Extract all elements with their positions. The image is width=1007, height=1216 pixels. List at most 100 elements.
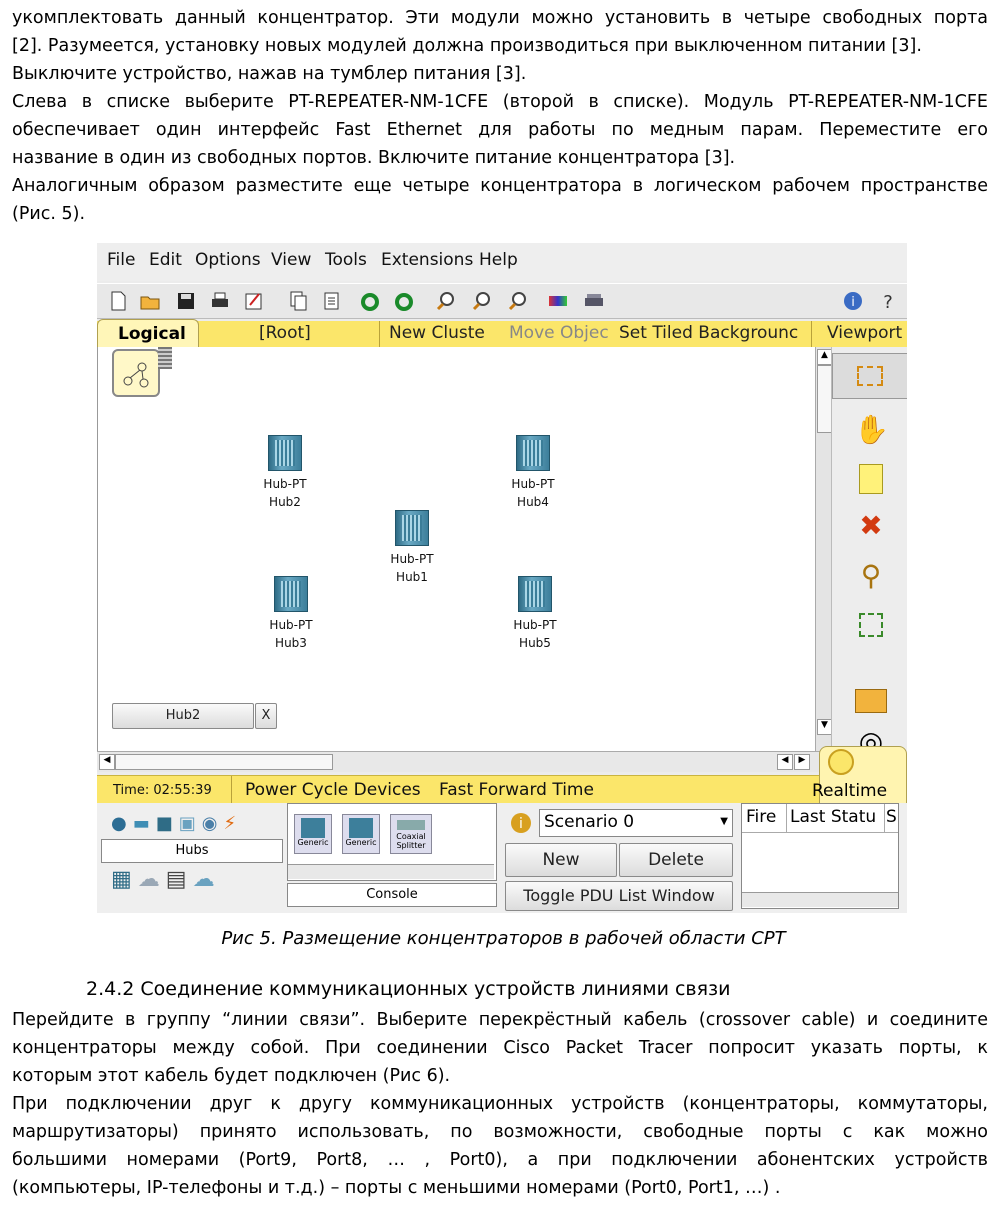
device-hub1[interactable]: Hub-PT Hub1	[367, 510, 457, 586]
horizontal-scrollbar[interactable]: ◀ ◀ ▶	[97, 751, 831, 772]
hub-icon	[268, 435, 302, 471]
save-icon[interactable]	[175, 290, 197, 312]
bottom-panel: ●▬■▣◉⚡ Hubs ▦☁▤☁ Generic Generic Coaxial…	[97, 803, 907, 913]
pdu-list-scrollbar[interactable]	[742, 892, 898, 907]
device-category-icons[interactable]: ●▬■▣◉⚡	[111, 813, 281, 837]
help-icon[interactable]: ?	[877, 290, 899, 312]
scenario-value: Scenario 0	[544, 812, 635, 832]
tab-logical[interactable]: Logical	[97, 319, 199, 350]
realtime-label: Realtime	[812, 781, 888, 801]
menu-edit[interactable]: Edit	[149, 250, 182, 270]
device-hub5[interactable]: Hub-PT Hub5	[490, 576, 580, 652]
figure-caption: Рис 5. Размещение концентраторов в рабоч…	[221, 928, 786, 949]
place-note-icon[interactable]	[854, 461, 888, 495]
paragraph-4-line-1: Аналогичным образом разместите еще четыр…	[12, 176, 988, 196]
column-source[interactable]: S	[886, 807, 897, 827]
menu-extensions[interactable]: Extensions	[381, 250, 473, 270]
scenario-info-icon[interactable]: i	[509, 811, 533, 835]
device-label: Coaxial Splitter	[396, 832, 426, 850]
add-simple-pdu-icon[interactable]	[854, 683, 888, 717]
hub-icon	[274, 576, 308, 612]
realtime-tab[interactable]: Realtime	[812, 746, 907, 806]
cluster-icon	[158, 347, 172, 369]
scroll-up-icon[interactable]: ▲	[817, 349, 832, 365]
paragraph-5-line-1: Перейдите в группу “линии связи”. Выбери…	[12, 1010, 988, 1030]
hscroll-thumb[interactable]	[115, 754, 333, 770]
column-fire[interactable]: Fire	[746, 807, 776, 827]
scroll-thumb[interactable]	[817, 365, 832, 433]
generic-hub-item-1[interactable]: Generic	[294, 814, 332, 854]
section-heading: 2.4.2 Соединение коммуникационных устрой…	[86, 978, 731, 1000]
toggle-pdu-list-button[interactable]: Toggle PDU List Window	[505, 881, 733, 911]
scroll-left-end-icon[interactable]: ◀	[777, 754, 793, 770]
palette-icon[interactable]	[547, 290, 569, 312]
activity-wizard-icon[interactable]	[243, 290, 265, 312]
undo-icon[interactable]	[359, 290, 381, 312]
scroll-down-icon[interactable]: ▼	[817, 719, 832, 735]
scroll-right-icon[interactable]: ▶	[794, 754, 810, 770]
delete-scenario-button[interactable]: Delete	[619, 843, 733, 877]
power-cycle-devices-button[interactable]: Power Cycle Devices	[245, 780, 421, 800]
svg-text:?: ?	[883, 292, 893, 312]
device-label: Generic	[345, 838, 377, 847]
paragraph-1-line-2: [2]. Разумеется, установку новых модулей…	[12, 36, 922, 56]
new-scenario-button[interactable]: New	[505, 843, 617, 877]
scenario-select[interactable]: Scenario 0 ▼	[539, 809, 733, 837]
zoom-in-icon[interactable]	[435, 290, 457, 312]
navigation-icon[interactable]	[112, 349, 160, 397]
menu-help[interactable]: Help	[479, 250, 518, 270]
resize-shape-icon[interactable]	[854, 609, 888, 643]
logical-workspace[interactable]: Hub-PT Hub2 Hub-PT Hub4 Hub-PT Hub1 Hub-…	[97, 347, 816, 751]
device-model: Hub-PT	[269, 618, 313, 632]
hub-icon	[395, 510, 429, 546]
column-last-status[interactable]: Last Statu	[790, 807, 884, 827]
tab-root[interactable]: [Root]	[259, 323, 339, 343]
print-icon[interactable]	[209, 290, 231, 312]
menu-tools[interactable]: Tools	[325, 250, 367, 270]
chevron-down-icon: ▼	[720, 816, 728, 827]
tab-viewport[interactable]: Viewport	[827, 323, 907, 343]
menu-file[interactable]: File	[107, 250, 135, 270]
copy-icon[interactable]	[287, 290, 309, 312]
pdu-list-table: Fire Last Statu S	[741, 803, 899, 909]
realtime-clock-icon	[828, 749, 854, 775]
new-file-icon[interactable]	[107, 290, 129, 312]
device-model: Hub-PT	[390, 552, 434, 566]
device-hub3[interactable]: Hub-PT Hub3	[246, 576, 336, 652]
device-model: Hub-PT	[513, 618, 557, 632]
generic-hub-item-2[interactable]: Generic	[342, 814, 380, 854]
time-display: Time: 02:55:39	[113, 783, 212, 798]
delete-icon[interactable]: ✖	[854, 509, 888, 543]
move-hand-icon[interactable]: ✋	[854, 413, 889, 447]
close-popup-button[interactable]: X	[255, 703, 277, 729]
menu-view[interactable]: View	[271, 250, 311, 270]
tab-new-cluster[interactable]: New Cluste	[389, 323, 495, 343]
device-name: Hub4	[517, 495, 549, 509]
device-list: Generic Generic Coaxial Splitter	[287, 803, 497, 881]
end-device-icons[interactable]: ▦☁▤☁	[111, 867, 281, 897]
custom-device-icon[interactable]	[583, 290, 605, 312]
device-list-scrollbar[interactable]	[288, 864, 494, 879]
inspect-icon[interactable]: ⚲	[854, 559, 888, 593]
device-name: Hub3	[275, 636, 307, 650]
device-hub2[interactable]: Hub-PT Hub2	[240, 435, 330, 511]
zoom-reset-icon[interactable]	[471, 290, 493, 312]
device-hub4[interactable]: Hub-PT Hub4	[488, 435, 578, 511]
select-tool-selected[interactable]	[832, 353, 907, 399]
menu-bar: File Edit Options View Tools Extensions …	[97, 243, 907, 281]
tab-move-object[interactable]: Move Objec	[509, 323, 619, 343]
vertical-scrollbar[interactable]: ▲ ▼	[815, 347, 832, 751]
info-icon[interactable]: i	[842, 290, 864, 312]
menu-options[interactable]: Options	[195, 250, 261, 270]
zoom-out-icon[interactable]	[507, 290, 529, 312]
toolbar: i ?	[97, 283, 907, 319]
redo-icon[interactable]	[393, 290, 415, 312]
tab-set-tiled-background[interactable]: Set Tiled Backgrounc	[619, 323, 803, 343]
fast-forward-time-button[interactable]: Fast Forward Time	[439, 780, 594, 800]
paste-icon[interactable]	[321, 290, 343, 312]
open-folder-icon[interactable]	[139, 290, 161, 312]
device-popup-label[interactable]: Hub2	[112, 703, 254, 729]
svg-text:i: i	[519, 816, 523, 832]
coaxial-splitter-item[interactable]: Coaxial Splitter	[390, 814, 432, 854]
scroll-left-icon[interactable]: ◀	[99, 754, 115, 770]
